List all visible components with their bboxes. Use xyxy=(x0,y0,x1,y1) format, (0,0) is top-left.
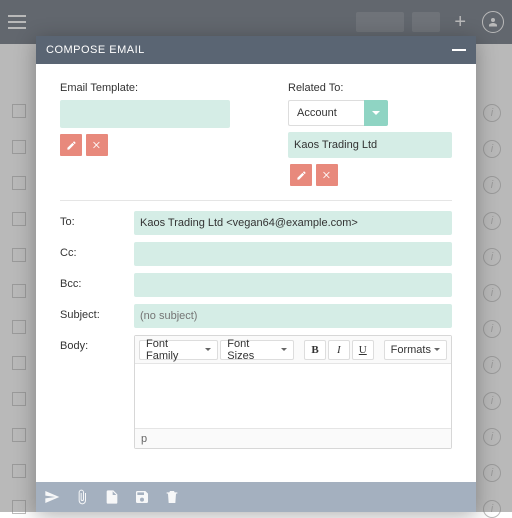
font-size-select[interactable]: Font Sizes xyxy=(220,340,294,360)
delete-icon[interactable] xyxy=(164,489,180,505)
divider xyxy=(60,200,452,201)
rich-text-editor: Font Family Font Sizes B I U Formats p xyxy=(134,335,452,449)
bcc-label: Bcc: xyxy=(60,273,120,290)
editor-toolbar: Font Family Font Sizes B I U Formats xyxy=(135,336,451,364)
related-module-value: Account xyxy=(288,100,364,126)
email-template-input[interactable] xyxy=(60,100,230,128)
related-module-select[interactable]: Account xyxy=(288,100,388,126)
related-edit-button[interactable] xyxy=(290,164,312,186)
editor-status-path: p xyxy=(135,428,451,448)
cc-input[interactable] xyxy=(134,242,452,266)
modal-footer xyxy=(36,482,476,512)
send-icon[interactable] xyxy=(44,489,60,505)
chevron-down-icon xyxy=(364,100,388,126)
template-edit-button[interactable] xyxy=(60,134,82,156)
editor-content[interactable] xyxy=(135,364,451,428)
formats-select[interactable]: Formats xyxy=(384,340,447,360)
underline-button[interactable]: U xyxy=(352,340,374,360)
modal-titlebar: COMPOSE EMAIL xyxy=(36,36,476,64)
modal-title: COMPOSE EMAIL xyxy=(46,44,452,56)
cc-label: Cc: xyxy=(60,242,120,259)
italic-button[interactable]: I xyxy=(328,340,350,360)
subject-input[interactable] xyxy=(134,304,452,328)
minimize-icon[interactable] xyxy=(452,49,466,51)
related-clear-button[interactable] xyxy=(316,164,338,186)
font-family-select[interactable]: Font Family xyxy=(139,340,218,360)
to-input[interactable] xyxy=(134,211,452,235)
email-template-label: Email Template: xyxy=(60,82,260,94)
to-label: To: xyxy=(60,211,120,228)
compose-email-modal: COMPOSE EMAIL Email Template: Related To… xyxy=(36,36,476,512)
bcc-input[interactable] xyxy=(134,273,452,297)
attach-icon[interactable] xyxy=(74,489,90,505)
related-to-label: Related To: xyxy=(288,82,452,94)
related-record-input[interactable] xyxy=(288,132,452,158)
subject-label: Subject: xyxy=(60,304,120,321)
save-icon[interactable] xyxy=(134,489,150,505)
document-icon[interactable] xyxy=(104,489,120,505)
body-label: Body: xyxy=(60,335,120,352)
bold-button[interactable]: B xyxy=(304,340,326,360)
template-clear-button[interactable] xyxy=(86,134,108,156)
